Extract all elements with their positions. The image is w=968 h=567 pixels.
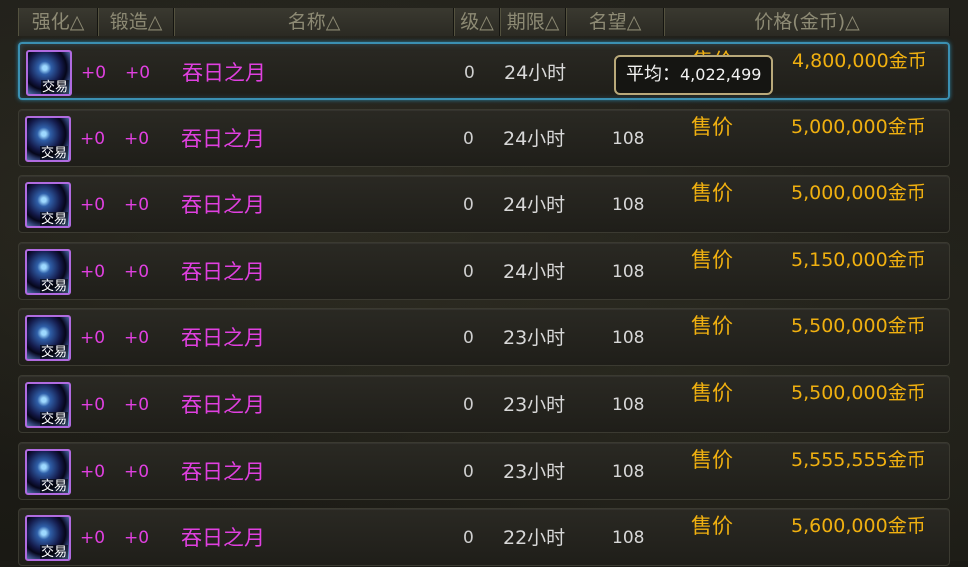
sale-price-label: 售价	[691, 514, 733, 538]
moon-orb-item-icon[interactable]: 交易	[25, 116, 71, 162]
item-price: 5,555,555金币	[791, 449, 926, 471]
item-price: 5,000,000金币	[791, 116, 926, 138]
listing-duration: 22小时	[503, 527, 566, 549]
strengthen-value: +0	[80, 129, 106, 149]
sort-level-header[interactable]: 级△	[454, 8, 500, 36]
item-fame: 108	[612, 195, 645, 215]
auction-listing-row[interactable]: 交易 +0 +0 吞日之月 0 23小时 108 售价 5,500,000金币	[18, 375, 950, 433]
listing-duration: 24小时	[503, 194, 566, 216]
item-name: 吞日之月	[181, 526, 265, 550]
item-fame: 108	[612, 129, 645, 149]
moon-orb-item-icon[interactable]: 交易	[25, 449, 71, 495]
listing-duration: 23小时	[503, 327, 566, 349]
sort-fame-header[interactable]: 名望△	[566, 8, 664, 36]
item-level: 0	[463, 528, 474, 548]
auction-listing-row[interactable]: 交易 +0 +0 吞日之月 0 22小时 108 售价 5,600,000金币	[18, 508, 950, 566]
item-name: 吞日之月	[181, 127, 265, 151]
listing-duration: 23小时	[503, 394, 566, 416]
item-level: 0	[464, 63, 475, 83]
tradeable-badge: 交易	[40, 80, 69, 95]
item-fame: 108	[612, 528, 645, 548]
item-level: 0	[463, 195, 474, 215]
moon-orb-item-icon[interactable]: 交易	[25, 315, 71, 361]
auction-listing-row[interactable]: 交易 +0 +0 吞日之月 0 24小时 108 售价 5,150,000金币	[18, 242, 950, 300]
strengthen-value: +0	[80, 328, 106, 348]
forge-value: +0	[124, 462, 150, 482]
forge-value: +0	[124, 328, 150, 348]
item-price: 4,800,000金币	[792, 50, 927, 72]
listing-duration: 24小时	[503, 128, 566, 150]
sale-price-label: 售价	[691, 448, 733, 472]
moon-orb-item-icon[interactable]: 交易	[26, 50, 72, 96]
item-level: 0	[463, 462, 474, 482]
tradeable-badge: 交易	[39, 345, 68, 360]
average-price-value: 4,022,499	[680, 65, 762, 84]
item-level: 0	[463, 395, 474, 415]
sort-price-header[interactable]: 价格(金币)△	[664, 8, 950, 36]
forge-value: +0	[124, 528, 150, 548]
strengthen-value: +0	[80, 462, 106, 482]
tradeable-badge: 交易	[39, 479, 68, 494]
sale-price-label: 售价	[691, 115, 733, 139]
tradeable-badge: 交易	[39, 146, 68, 161]
item-price: 5,000,000金币	[791, 182, 926, 204]
forge-value: +0	[125, 63, 151, 83]
sort-forge-header[interactable]: 锻造△	[98, 8, 174, 36]
tradeable-badge: 交易	[39, 212, 68, 227]
sale-price-label: 售价	[691, 381, 733, 405]
sort-duration-header[interactable]: 期限△	[500, 8, 566, 36]
sale-price-label: 售价	[691, 314, 733, 338]
item-fame: 108	[612, 462, 645, 482]
sale-price-label: 售价	[691, 248, 733, 272]
strengthen-value: +0	[80, 195, 106, 215]
listing-duration: 24小时	[503, 261, 566, 283]
forge-value: +0	[124, 195, 150, 215]
item-price: 5,600,000金币	[791, 515, 926, 537]
auction-listing-row[interactable]: 交易 +0 +0 吞日之月 0 24小时 108 售价 5,000,000金币	[18, 109, 950, 167]
item-name: 吞日之月	[181, 393, 265, 417]
item-price: 5,500,000金币	[791, 382, 926, 404]
item-name: 吞日之月	[181, 326, 265, 350]
moon-orb-item-icon[interactable]: 交易	[25, 182, 71, 228]
item-name: 吞日之月	[181, 460, 265, 484]
strengthen-value: +0	[80, 528, 106, 548]
forge-value: +0	[124, 262, 150, 282]
auction-listing-row[interactable]: 交易 +0 +0 吞日之月 0 23小时 108 售价 5,555,555金币	[18, 442, 950, 500]
item-price: 5,500,000金币	[791, 315, 926, 337]
listing-duration: 23小时	[503, 461, 566, 483]
strengthen-value: +0	[80, 262, 106, 282]
auction-listing-row[interactable]: 交易+0+0吞日之月024小时售价4,800,000金币	[18, 42, 950, 100]
item-fame: 108	[612, 328, 645, 348]
sort-strengthen-header[interactable]: 强化△	[18, 8, 98, 36]
auction-table-header: 强化△ 锻造△ 名称△ 级△ 期限△ 名望△ 价格(金币)△	[0, 0, 968, 38]
item-level: 0	[463, 262, 474, 282]
forge-value: +0	[124, 395, 150, 415]
strengthen-value: +0	[81, 63, 107, 83]
average-price-label: 平均：	[626, 64, 680, 85]
tradeable-badge: 交易	[39, 279, 68, 294]
sort-name-header[interactable]: 名称△	[174, 8, 454, 36]
tradeable-badge: 交易	[39, 545, 68, 560]
auction-listing-row[interactable]: 交易 +0 +0 吞日之月 0 23小时 108 售价 5,500,000金币	[18, 308, 950, 366]
forge-value: +0	[124, 129, 150, 149]
moon-orb-item-icon[interactable]: 交易	[25, 382, 71, 428]
tradeable-badge: 交易	[39, 412, 68, 427]
strengthen-value: +0	[80, 395, 106, 415]
sale-price-label: 售价	[691, 181, 733, 205]
moon-orb-item-icon[interactable]: 交易	[25, 515, 71, 561]
auction-listing-row[interactable]: 交易 +0 +0 吞日之月 0 24小时 108 售价 5,000,000金币	[18, 175, 950, 233]
item-name: 吞日之月	[181, 193, 265, 217]
item-name: 吞日之月	[182, 61, 266, 85]
item-fame: 108	[612, 262, 645, 282]
moon-orb-item-icon[interactable]: 交易	[25, 249, 71, 295]
item-fame: 108	[612, 395, 645, 415]
item-name: 吞日之月	[181, 260, 265, 284]
item-price: 5,150,000金币	[791, 249, 926, 271]
item-level: 0	[463, 129, 474, 149]
item-level: 0	[463, 328, 474, 348]
listing-duration: 24小时	[504, 62, 567, 84]
average-price-tooltip: 平均：4,022,499	[614, 55, 774, 95]
